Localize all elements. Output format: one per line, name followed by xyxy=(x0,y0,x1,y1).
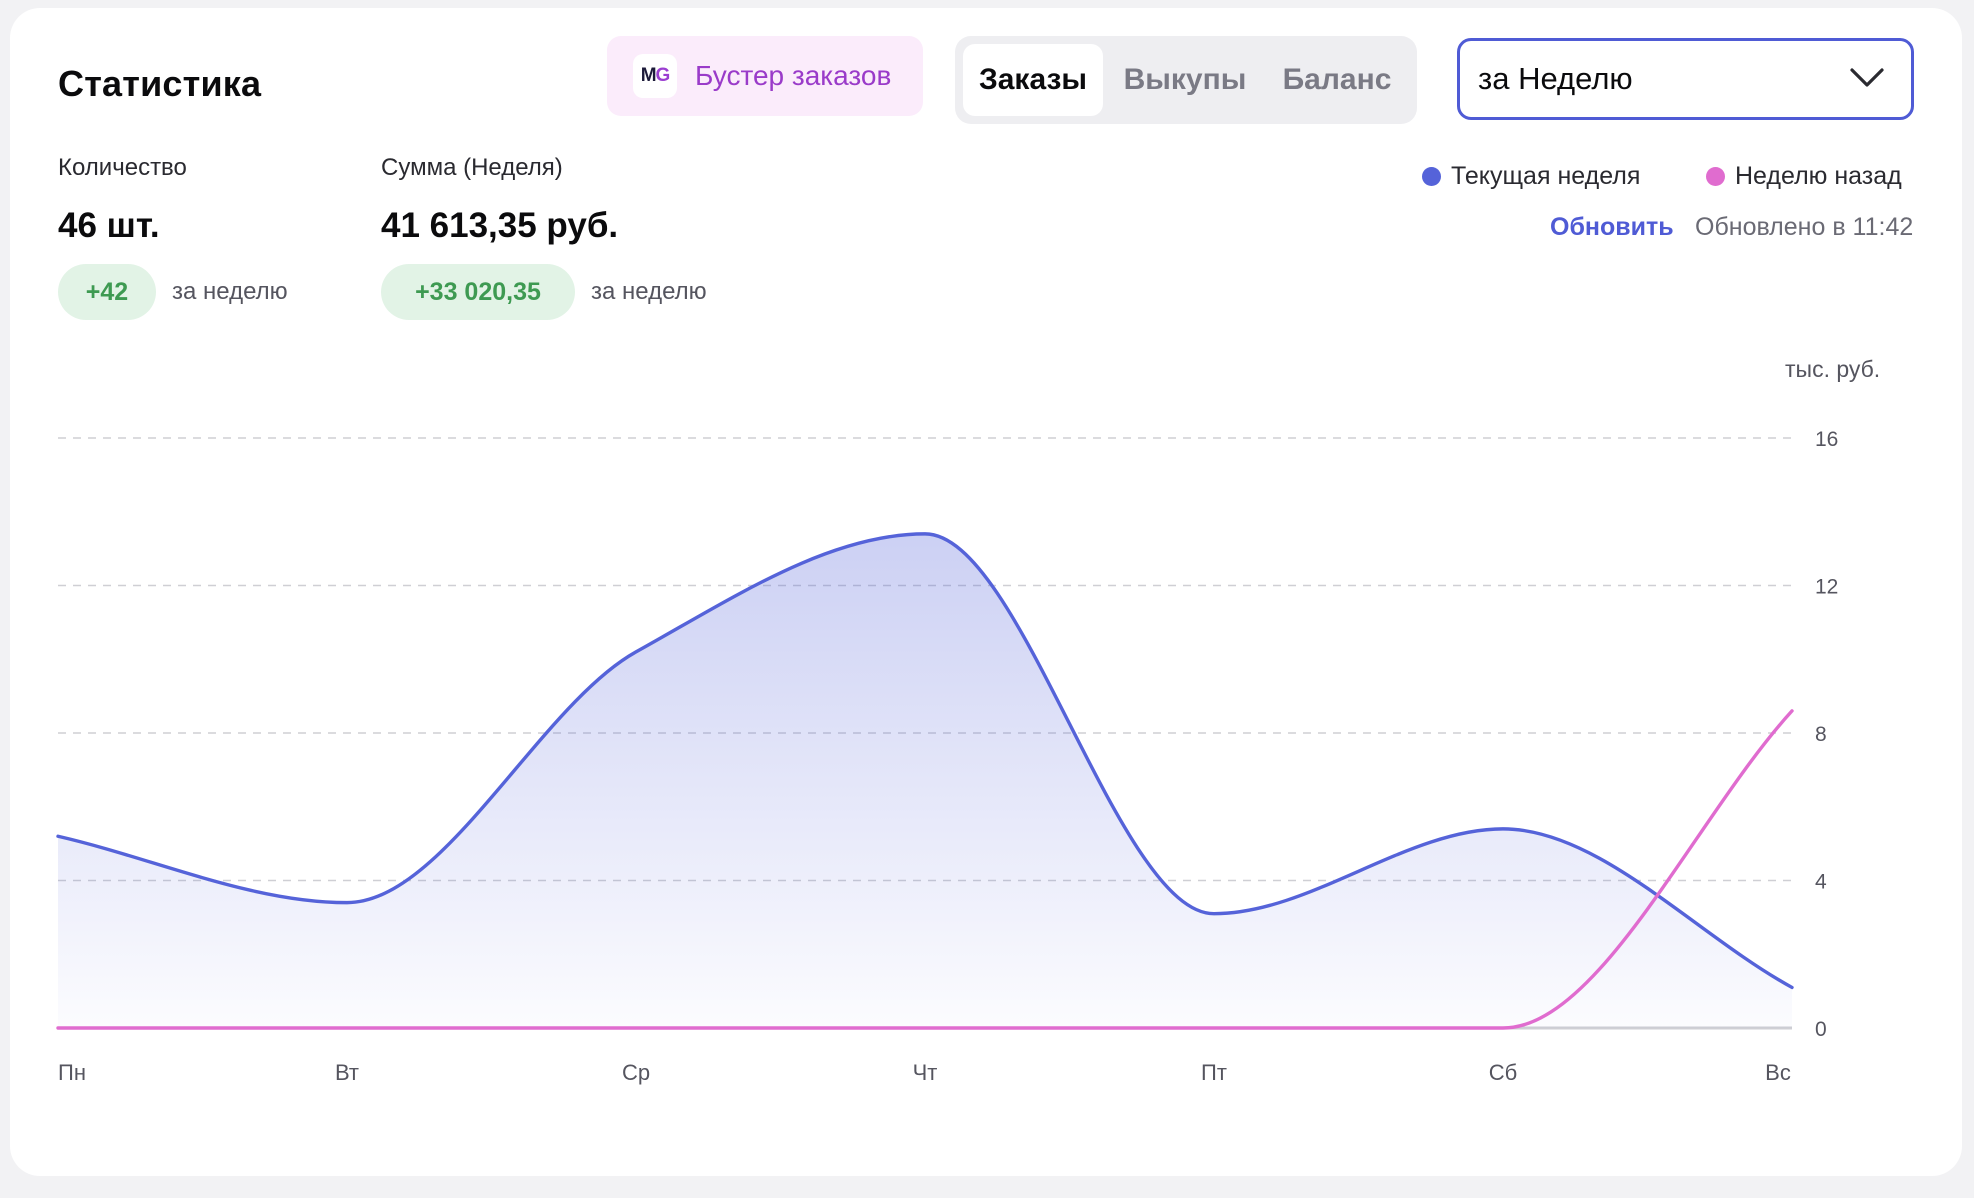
y-tick-label: 8 xyxy=(1815,723,1827,746)
y-tick-label: 12 xyxy=(1815,576,1838,599)
x-tick-label: Ср xyxy=(622,1060,650,1085)
y-tick-label: 4 xyxy=(1815,871,1827,894)
y-tick-label: 16 xyxy=(1815,428,1838,451)
statistics-card: Статистика MG Бустер заказов Заказы Выку… xyxy=(10,8,1962,1176)
x-tick-label: Вт xyxy=(335,1060,359,1085)
x-tick-label: Чт xyxy=(913,1060,938,1085)
y-tick-label: 0 xyxy=(1815,1018,1827,1041)
x-tick-label: Пт xyxy=(1201,1060,1227,1085)
x-tick-label: Сб xyxy=(1489,1060,1518,1085)
orders-chart: 0 4 8 12 16 Пн Вт Ср Чт Пт Сб Вс xyxy=(56,428,1838,1085)
x-tick-label: Вс xyxy=(1765,1060,1791,1085)
series-area-current xyxy=(58,533,1792,1028)
x-tick-label: Пн xyxy=(58,1060,86,1085)
